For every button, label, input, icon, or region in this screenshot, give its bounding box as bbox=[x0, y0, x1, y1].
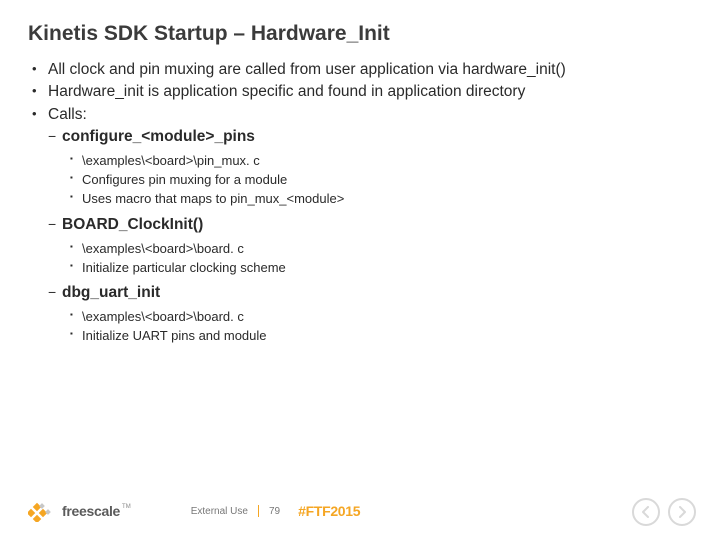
usage-label: External Use bbox=[191, 506, 248, 517]
sub-sub-item: Initialize particular clocking scheme bbox=[70, 259, 692, 278]
footer-meta: External Use 79 #FTF2015 bbox=[191, 503, 361, 519]
sub-sub-item: Uses macro that maps to pin_mux_<module> bbox=[70, 190, 692, 209]
sub-sub-item: Initialize UART pins and module bbox=[70, 327, 692, 346]
sub-item-label: BOARD_ClockInit() bbox=[62, 216, 203, 233]
bullet-list: All clock and pin muxing are called from… bbox=[28, 60, 692, 346]
sub-list: configure_<module>_pins \examples\<board… bbox=[48, 127, 692, 346]
next-button[interactable] bbox=[668, 498, 696, 526]
sub-sub-list: \examples\<board>\board. c Initialize UA… bbox=[62, 308, 692, 346]
sub-item-label: dbg_uart_init bbox=[62, 284, 160, 301]
bullet-item: All clock and pin muxing are called from… bbox=[32, 60, 692, 80]
trademark: TM bbox=[122, 503, 131, 510]
brand-logo: freescale TM bbox=[28, 500, 131, 522]
sub-sub-item: \examples\<board>\board. c bbox=[70, 240, 692, 259]
sub-item: configure_<module>_pins \examples\<board… bbox=[48, 127, 692, 208]
slide: Kinetis SDK Startup – Hardware_Init All … bbox=[0, 0, 720, 540]
bullet-item: Hardware_init is application specific an… bbox=[32, 82, 692, 102]
freescale-logo-icon bbox=[28, 500, 56, 522]
sub-sub-list: \examples\<board>\pin_mux. c Configures … bbox=[62, 152, 692, 209]
brand-name: freescale bbox=[62, 503, 120, 519]
sub-sub-item: \examples\<board>\pin_mux. c bbox=[70, 152, 692, 171]
sub-sub-item: \examples\<board>\board. c bbox=[70, 308, 692, 327]
slide-title: Kinetis SDK Startup – Hardware_Init bbox=[28, 22, 692, 46]
brand-text-wrap: freescale TM bbox=[62, 503, 131, 519]
prev-button[interactable] bbox=[632, 498, 660, 526]
nav-controls bbox=[632, 498, 696, 526]
sub-item: BOARD_ClockInit() \examples\<board>\boar… bbox=[48, 215, 692, 278]
divider bbox=[258, 505, 259, 517]
bullet-item: Calls: configure_<module>_pins \examples… bbox=[32, 105, 692, 346]
chevron-right-icon bbox=[677, 506, 687, 518]
page-number: 79 bbox=[269, 506, 280, 517]
sub-item: dbg_uart_init \examples\<board>\board. c… bbox=[48, 283, 692, 346]
hashtag: #FTF2015 bbox=[298, 503, 360, 519]
footer: freescale TM External Use 79 #FTF2015 bbox=[0, 482, 720, 540]
sub-item-label: configure_<module>_pins bbox=[62, 128, 255, 145]
chevron-left-icon bbox=[641, 506, 651, 518]
sub-sub-item: Configures pin muxing for a module bbox=[70, 171, 692, 190]
sub-sub-list: \examples\<board>\board. c Initialize pa… bbox=[62, 240, 692, 278]
bullet-text: Calls: bbox=[48, 106, 87, 123]
